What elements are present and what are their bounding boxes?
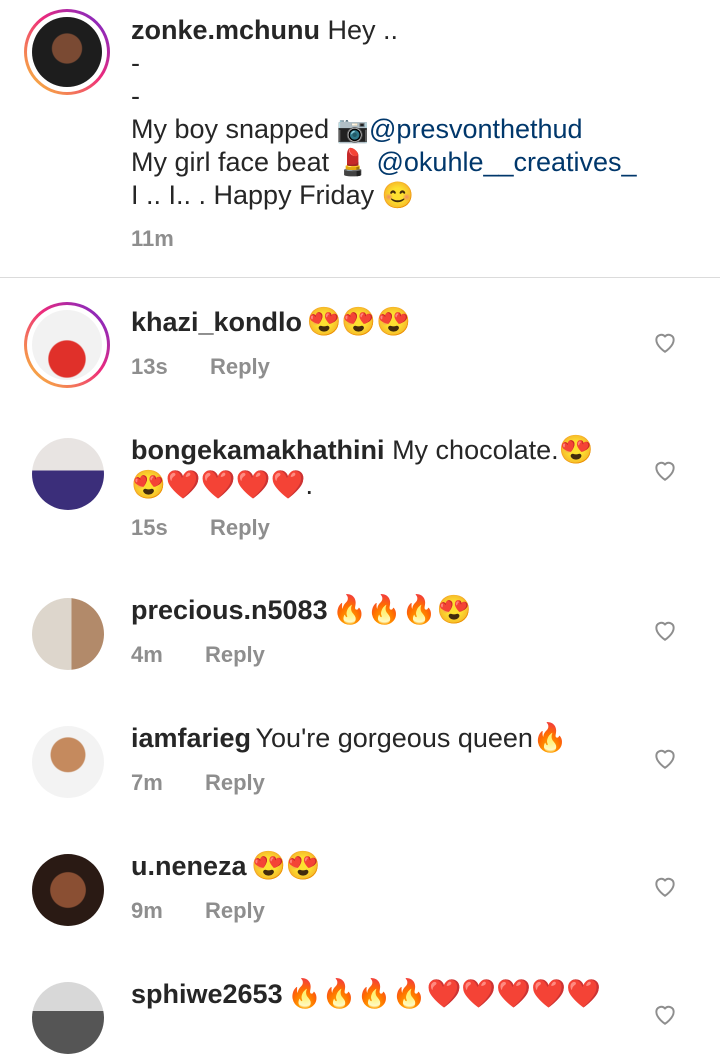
- like-heart-icon[interactable]: [652, 457, 678, 483]
- comment-text: My chocolate.: [392, 435, 559, 465]
- comment-item: iamfarieg You're gorgeous queen🔥: [131, 722, 631, 755]
- lipstick-icon: 💄: [336, 147, 369, 177]
- comment-username[interactable]: bongekamakhathini: [131, 435, 385, 465]
- comment-username[interactable]: khazi_kondlo: [131, 307, 302, 337]
- post-username[interactable]: zonke.mchunu: [131, 15, 320, 45]
- post-caption: zonke.mchunu Hey .. - - My boy snapped 📷…: [131, 14, 691, 212]
- comment-username[interactable]: iamfarieg: [131, 723, 251, 753]
- post-avatar: [32, 17, 102, 87]
- comment-avatar[interactable]: [32, 438, 104, 510]
- like-heart-icon[interactable]: [652, 745, 678, 771]
- comment-username[interactable]: u.neneza: [131, 851, 247, 881]
- post-line-boy: My boy snapped: [131, 114, 330, 144]
- comment-username[interactable]: sphiwe2653: [131, 979, 283, 1009]
- reply-button[interactable]: Reply: [205, 642, 265, 668]
- post-avatar-ring[interactable]: [24, 9, 110, 95]
- post-dash-1: -: [131, 48, 140, 78]
- like-heart-icon[interactable]: [652, 873, 678, 899]
- reply-button[interactable]: Reply: [210, 354, 270, 380]
- post-time: 11m: [131, 226, 174, 251]
- mention-photographer[interactable]: @presvonthethud: [369, 114, 583, 144]
- heart-eyes-emoji-icon: 😍😍😍: [306, 306, 412, 337]
- reply-button[interactable]: Reply: [210, 515, 270, 541]
- fire-emoji-icon: 🔥🔥🔥🔥❤️❤️❤️❤️❤️: [287, 978, 601, 1009]
- post-dash-2: -: [131, 81, 140, 111]
- like-heart-icon[interactable]: [652, 329, 678, 355]
- smile-emoji-icon: 😊: [381, 180, 414, 210]
- mention-mua[interactable]: @okuhle__creatives_: [377, 147, 637, 177]
- comment-avatar[interactable]: [32, 854, 104, 926]
- fire-emoji-icon: 🔥🔥🔥😍: [332, 594, 472, 625]
- post-text-line1: Hey ..: [327, 15, 399, 45]
- comment-time: 7m: [131, 770, 163, 795]
- comment-avatar: [32, 310, 102, 380]
- like-heart-icon[interactable]: [652, 617, 678, 643]
- comment-time: 15s: [131, 515, 168, 540]
- comment-item: precious.n5083 🔥🔥🔥😍: [131, 594, 631, 627]
- reply-button[interactable]: Reply: [205, 770, 265, 796]
- comment-item: sphiwe2653 🔥🔥🔥🔥❤️❤️❤️❤️❤️: [131, 978, 651, 1011]
- comment-text: You're gorgeous queen: [255, 723, 533, 753]
- reply-button[interactable]: Reply: [205, 898, 265, 924]
- post-line-girl: My girl face beat: [131, 147, 330, 177]
- comment-time: 4m: [131, 642, 163, 667]
- comment-avatar-ring[interactable]: [24, 302, 110, 388]
- comment-avatar[interactable]: [32, 726, 104, 798]
- comment-item: u.neneza 😍😍: [131, 850, 631, 883]
- comment-username[interactable]: precious.n5083: [131, 595, 328, 625]
- like-heart-icon[interactable]: [652, 1001, 678, 1027]
- camera-icon: 📷: [336, 114, 370, 144]
- divider: [0, 277, 720, 278]
- comment-item: khazi_kondlo 😍😍😍: [131, 306, 631, 339]
- comment-time: 9m: [131, 898, 163, 923]
- comment-time: 13s: [131, 354, 168, 379]
- comment-emojis-line2: 😍❤️❤️❤️❤️.: [131, 469, 314, 500]
- post-line-final: I .. I.. . Happy Friday: [131, 180, 375, 210]
- heart-eyes-emoji-icon: 😍😍: [250, 850, 321, 881]
- comment-avatar[interactable]: [32, 598, 104, 670]
- fire-emoji-icon: 🔥: [532, 722, 568, 753]
- comment-avatar[interactable]: [32, 982, 104, 1054]
- heart-eyes-emoji-icon: 😍: [558, 434, 594, 465]
- comment-item: bongekamakhathini My chocolate.😍 😍❤️❤️❤️…: [131, 434, 631, 503]
